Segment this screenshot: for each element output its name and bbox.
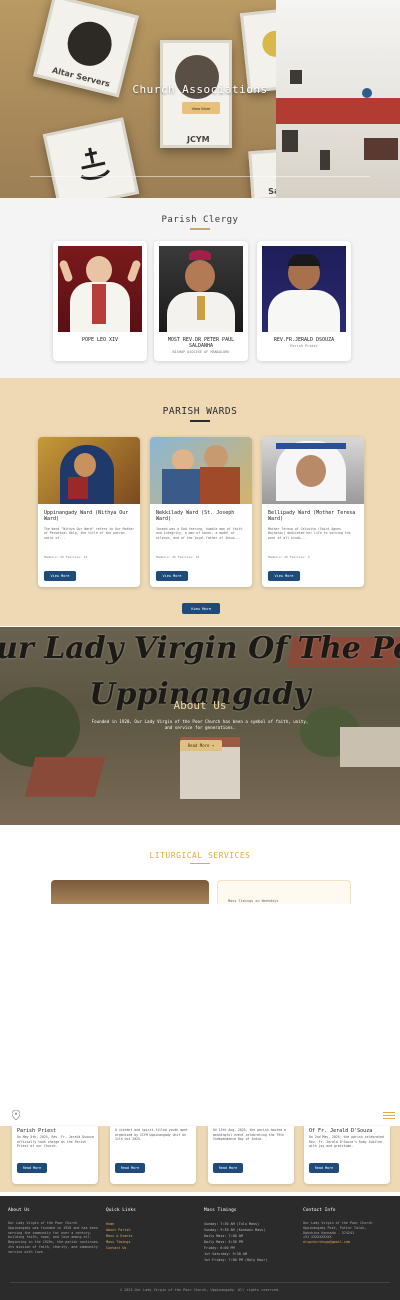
- ward-description: The Ward "Nithya Our Ward" refers to Our…: [44, 527, 135, 540]
- association-card-logo[interactable]: [42, 117, 140, 198]
- mobile-nav-bar: [0, 1108, 400, 1126]
- clergy-card[interactable]: REV.FR.JERALD DSOUZA Parish Priest: [257, 241, 351, 361]
- ward-view-more-button[interactable]: View More: [268, 571, 300, 581]
- hero-title: Church Associations: [132, 83, 268, 96]
- hero-divider: [30, 176, 370, 177]
- footer-heading: Mass Timings: [204, 1208, 237, 1213]
- announcement-description: On May 5th, 2025, Rev. Fr. Jerald Dsouza…: [17, 1135, 94, 1149]
- footer-link-contact[interactable]: Contact Us: [106, 1245, 196, 1251]
- site-footer: About Us Our Lady Virgin of the Poor Chu…: [0, 1196, 400, 1300]
- footer-heading: Contact Info: [303, 1208, 336, 1213]
- copyright-text: © 2025 Our Lady Virgin of the Poor Churc…: [119, 1288, 281, 1292]
- clergy-photo: [262, 246, 346, 332]
- card-label: JCYM: [187, 135, 210, 144]
- clergy-card[interactable]: POPE LEO XIV: [53, 241, 147, 361]
- ward-view-more-button[interactable]: View More: [156, 571, 188, 581]
- ward-photo: [150, 437, 252, 504]
- title-underline: [190, 863, 210, 864]
- liturgical-card[interactable]: Mass Timings on Weekdays: [217, 880, 351, 904]
- ward-description: Mother Teresa of Calcutta (Saint Agnes B…: [268, 527, 351, 540]
- ward-photo: [38, 437, 140, 504]
- liturgical-card-text: Mass Timings on Weekdays: [228, 899, 279, 903]
- announcement-card[interactable]: Parish Priest On May 5th, 2025, Rev. Fr.…: [12, 1126, 98, 1184]
- ward-card[interactable]: Nekkilady Ward (St. Joseph Ward) Joseph …: [150, 437, 252, 587]
- ward-title: Nekkilady Ward (St. Joseph Ward): [156, 510, 235, 522]
- ward-title: Uppinangady Ward (Nithya Our Ward): [44, 510, 129, 522]
- about-section: Our Lady Virgin Of The Poor Church Uppin…: [0, 627, 400, 825]
- ward-photo: [262, 437, 364, 504]
- liturgical-services-section: LITURGICAL SERVICES Mass Timings on Week…: [0, 825, 400, 905]
- clergy-name: POPE LEO XIV: [81, 337, 119, 343]
- clergy-name: MOST REV.DR PETER PAUL SALDANHA: [167, 337, 235, 349]
- hero-section: Altar Servers JCYM Sa Church Association…: [0, 0, 400, 198]
- page: Altar Servers JCYM Sa Church Association…: [0, 0, 400, 1300]
- hamburger-menu-icon[interactable]: [383, 1112, 395, 1120]
- section-title: Parish Clergy: [161, 215, 239, 225]
- hero-view-more-button[interactable]: View More: [182, 102, 220, 114]
- title-underline: [190, 420, 210, 422]
- announcement-read-more-button[interactable]: Read More: [17, 1163, 47, 1173]
- footer-contact: Contact Info Our Lady Virgin of the Poor…: [303, 1208, 393, 1245]
- announcement-card[interactable]: On 15th Aug, 2025, the parish hosted a m…: [208, 1126, 294, 1184]
- about-read-more-button[interactable]: Read More →: [180, 740, 222, 751]
- parish-clergy-section: Parish Clergy POPE LEO XIV MOST REV.DR P…: [0, 198, 400, 378]
- clergy-role: Parish Priest: [290, 344, 318, 348]
- clergy-photo: [58, 246, 142, 332]
- announcement-read-more-button[interactable]: Read More: [309, 1163, 339, 1173]
- footer-mass-timings: Mass Timings Sunday: 7:30 AM (Tulu Mass)…: [204, 1208, 294, 1263]
- parish-wards-section: PARISH WARDS Uppinangady Ward (Nithya Ou…: [0, 378, 400, 626]
- ward-meta: Members: 40 Families: 9: [268, 555, 310, 559]
- ward-view-more-button[interactable]: View More: [44, 571, 76, 581]
- contact-email[interactable]: olvpchurchupp@gmail.com: [303, 1240, 393, 1245]
- ward-description: Joseph was a God-fearing, humble man of …: [156, 527, 243, 540]
- liturgical-image: [51, 880, 209, 904]
- clergy-photo: [159, 246, 243, 332]
- announcement-title: Of Fr. Jerald D'Souza: [309, 1128, 373, 1134]
- announcement-description: On 2nd May, 2025, the parish celebrated …: [309, 1135, 384, 1149]
- footer-heading: About Us: [8, 1208, 30, 1213]
- footer-heading: Quick Links: [106, 1208, 136, 1213]
- announcement-description: On 15th Aug, 2025, the parish hosted a m…: [213, 1128, 286, 1142]
- clergy-role: BISHOP DIOCESE OF MANGALORE: [172, 350, 230, 354]
- clergy-card[interactable]: MOST REV.DR PETER PAUL SALDANHA BISHOP D…: [154, 241, 248, 361]
- about-text: Founded in 1920, Our Lady Virgin of the …: [91, 719, 309, 730]
- announcements-section: Parish Priest On May 5th, 2025, Rev. Fr.…: [0, 1126, 400, 1192]
- ward-title: Bellipady Ward (Mother Teresa Ward): [268, 510, 356, 522]
- ward-meta: Members: 50 Families: 12: [44, 555, 88, 559]
- location-pin-icon[interactable]: [12, 1110, 20, 1120]
- section-title: PARISH WARDS: [162, 406, 238, 417]
- title-underline: [190, 228, 210, 230]
- announcement-card[interactable]: A vibrant and spirit-filled youth meet o…: [110, 1126, 196, 1184]
- ward-card[interactable]: Bellipady Ward (Mother Teresa Ward) Moth…: [262, 437, 364, 587]
- footer-divider: [10, 1282, 390, 1283]
- about-title: About Us: [173, 699, 227, 712]
- announcement-read-more-button[interactable]: Read More: [115, 1163, 145, 1173]
- mass-timing: 1st Friday: 7:00 PM (Holy Hour): [204, 1258, 268, 1262]
- announcement-title: Parish Priest: [17, 1128, 57, 1134]
- announcement-description: A vibrant and spirit-filled youth meet o…: [115, 1128, 188, 1142]
- ward-card[interactable]: Uppinangady Ward (Nithya Our Ward) The W…: [38, 437, 140, 587]
- wards-view-all-button[interactable]: View More: [182, 603, 220, 614]
- footer-about-text: Our Lady Virgin of the Poor Church Uppin…: [8, 1221, 98, 1254]
- clergy-name: REV.FR.JERALD DSOUZA: [273, 337, 335, 343]
- footer-quick-links: Quick Links Home About Parish Mass & Eve…: [106, 1208, 196, 1251]
- section-title: LITURGICAL SERVICES: [149, 851, 251, 860]
- announcement-card[interactable]: Of Fr. Jerald D'Souza On 2nd May, 2025, …: [304, 1126, 390, 1184]
- ward-meta: Members: 45 Families: 10: [156, 555, 200, 559]
- church-name-script: Our Lady Virgin Of The Poor Church: [0, 631, 400, 666]
- footer-about: About Us Our Lady Virgin of the Poor Chu…: [8, 1208, 98, 1255]
- announcement-read-more-button[interactable]: Read More: [213, 1163, 243, 1173]
- saint-portrait-icon: [62, 17, 117, 71]
- cross-logo-icon: [80, 147, 110, 180]
- church-building-image: [276, 0, 400, 198]
